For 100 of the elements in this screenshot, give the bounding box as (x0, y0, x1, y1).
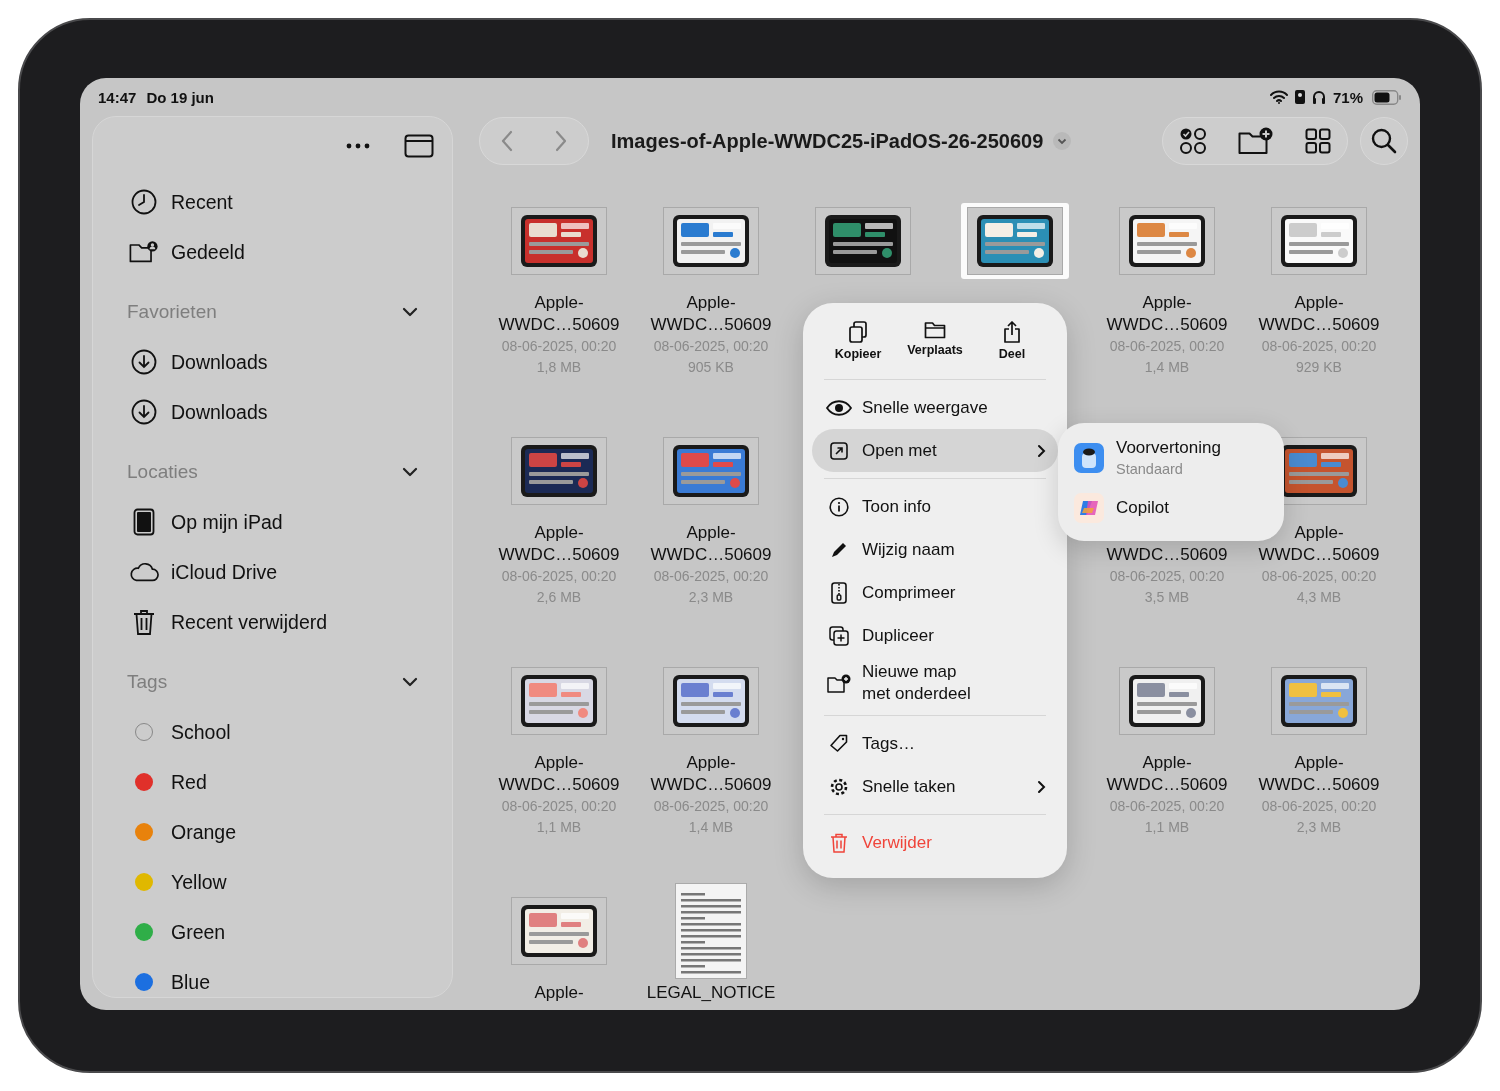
status-date: Do 19 jun (146, 88, 214, 106)
chevron-icon[interactable] (402, 677, 418, 687)
chevron-icon[interactable] (402, 307, 418, 317)
download-icon (131, 399, 157, 425)
sidebar-item[interactable]: iCloud Drive (171, 560, 278, 584)
menu-item[interactable]: Open met (812, 429, 1058, 472)
file-date: 08-06-2025, 00:20 (501, 337, 617, 356)
sidebar-item[interactable]: Yellow (171, 870, 227, 894)
file-name: Apple-WWDC…50609 (497, 292, 621, 336)
menu-item[interactable]: Tags… (812, 722, 1058, 765)
dropdown-icon[interactable] (1053, 132, 1072, 150)
file-date: 08-06-2025, 00:20 (501, 797, 617, 816)
app-subtitle: Standaard (1116, 460, 1184, 479)
share-icon (1003, 321, 1021, 343)
sidebar-item[interactable]: Recent (171, 190, 233, 214)
sidebar-item[interactable]: Orange (171, 820, 237, 844)
file-name: Apple-WWDC…50609 (1105, 292, 1229, 336)
file-date: 08-06-2025, 00:20 (1261, 337, 1377, 356)
file-name: Apple-WWDC…50609 (1257, 752, 1381, 796)
file-size: 929 KB (1296, 358, 1342, 377)
clock-icon (131, 189, 157, 215)
document-thumbnail[interactable] (675, 883, 747, 979)
new-folder-icon (827, 673, 851, 693)
shared-folder-icon (129, 240, 159, 264)
file-date: 08-06-2025, 00:20 (1261, 567, 1377, 586)
app-name[interactable]: Copilot (1116, 497, 1169, 519)
section-title: Locaties (127, 461, 198, 483)
cloud-icon (129, 561, 159, 583)
trash-icon (132, 608, 156, 636)
sidebar-toggle-icon[interactable] (404, 134, 434, 158)
preview-app-icon[interactable] (1074, 443, 1104, 473)
file-date: 08-06-2025, 00:20 (1109, 337, 1225, 356)
folder-title[interactable]: Images-of-Apple-WWDC25-iPadOS-26-250609 (611, 129, 1044, 153)
file-size: 1,4 MB (1144, 358, 1190, 377)
file-name: Apple-WWDC…50609 (497, 752, 621, 796)
menu-item[interactable]: Snelle taken (812, 765, 1058, 808)
chevron-right-icon (1037, 443, 1046, 458)
file-name: Apple-WWDC…50609 (1257, 522, 1381, 566)
copy-icon (848, 321, 868, 343)
battery-percentage: 71% (1332, 88, 1363, 106)
menu-item[interactable]: Snelle weergave (812, 386, 1058, 429)
file-name: Apple-WWDC…50609 (649, 522, 773, 566)
menu-action[interactable]: Kopieer (820, 317, 896, 365)
select-icon[interactable] (1178, 127, 1207, 155)
app-name[interactable]: Voorvertoning (1116, 437, 1221, 459)
file-size: 4,3 MB (1296, 588, 1342, 607)
pencil-icon (830, 540, 848, 559)
copilot-app-icon[interactable] (1074, 493, 1104, 523)
duplicate-icon (829, 625, 849, 646)
menu-action[interactable]: Deel (974, 317, 1050, 365)
file-size: 3,5 MB (1144, 588, 1190, 607)
open-icon (830, 441, 848, 460)
tag-icon (829, 733, 849, 754)
download-icon (131, 349, 157, 375)
more-icon[interactable] (346, 143, 370, 149)
file-date: 08-06-2025, 00:20 (1261, 797, 1377, 816)
sidebar-item[interactable]: Blue (171, 970, 211, 994)
menu-item[interactable]: Nieuwe map met onderdeel (812, 657, 1058, 709)
menu-item[interactable]: Toon info (812, 485, 1058, 528)
sidebar-item[interactable]: School (171, 720, 231, 744)
file-size: 2,6 MB (536, 588, 582, 607)
new-folder-icon[interactable] (1238, 127, 1274, 155)
file-size: 2,3 MB (688, 588, 734, 607)
file-date: 08-06-2025, 00:20 (501, 567, 617, 586)
menu-item[interactable]: Comprimeer (812, 571, 1058, 614)
archive-icon (831, 581, 847, 604)
trash-icon (830, 832, 848, 853)
info-icon (829, 496, 849, 517)
file-name: LEGAL_NOTICE (645, 982, 777, 1004)
headphones-icon (1311, 90, 1326, 104)
battery-icon (1372, 89, 1402, 105)
sidebar-item[interactable]: Red (171, 770, 207, 794)
file-size: 1,1 MB (536, 818, 582, 837)
menu-item[interactable]: Dupliceer (812, 614, 1058, 657)
file-name: Apple-WWDC…50609 (497, 522, 621, 566)
file-name: Apple-WWDC…50609 (649, 752, 773, 796)
sidebar-item[interactable]: Gedeeld (171, 240, 245, 264)
file-date: 08-06-2025, 00:20 (653, 337, 769, 356)
sidebar-item[interactable]: Green (171, 920, 226, 944)
sidebar-item[interactable]: Recent verwijderd (171, 610, 328, 634)
file-size: 1,4 MB (688, 818, 734, 837)
search-icon[interactable] (1360, 117, 1408, 165)
menu-action[interactable]: Verplaats (897, 317, 973, 365)
menu-item[interactable]: Wijzig naam (812, 528, 1058, 571)
file-date: 08-06-2025, 00:20 (653, 797, 769, 816)
file-date: 08-06-2025, 00:20 (653, 567, 769, 586)
grid-view-icon[interactable] (1305, 128, 1332, 154)
file-size: 2,3 MB (1296, 818, 1342, 837)
status-time: 14:47 (98, 88, 137, 106)
sidebar-item[interactable]: Downloads (171, 400, 268, 424)
sidebar-item[interactable]: Op mijn iPad (171, 510, 283, 534)
wifi-icon (1269, 90, 1288, 104)
file-date: 08-06-2025, 00:20 (1109, 797, 1225, 816)
file-size: 905 KB (688, 358, 734, 377)
chevron-icon[interactable] (402, 467, 418, 477)
section-title: Favorieten (127, 301, 217, 323)
folder-icon (924, 321, 946, 339)
thumbnail-frame[interactable] (961, 203, 1069, 279)
lock-icon (1294, 90, 1305, 104)
sidebar-item[interactable]: Downloads (171, 350, 268, 374)
